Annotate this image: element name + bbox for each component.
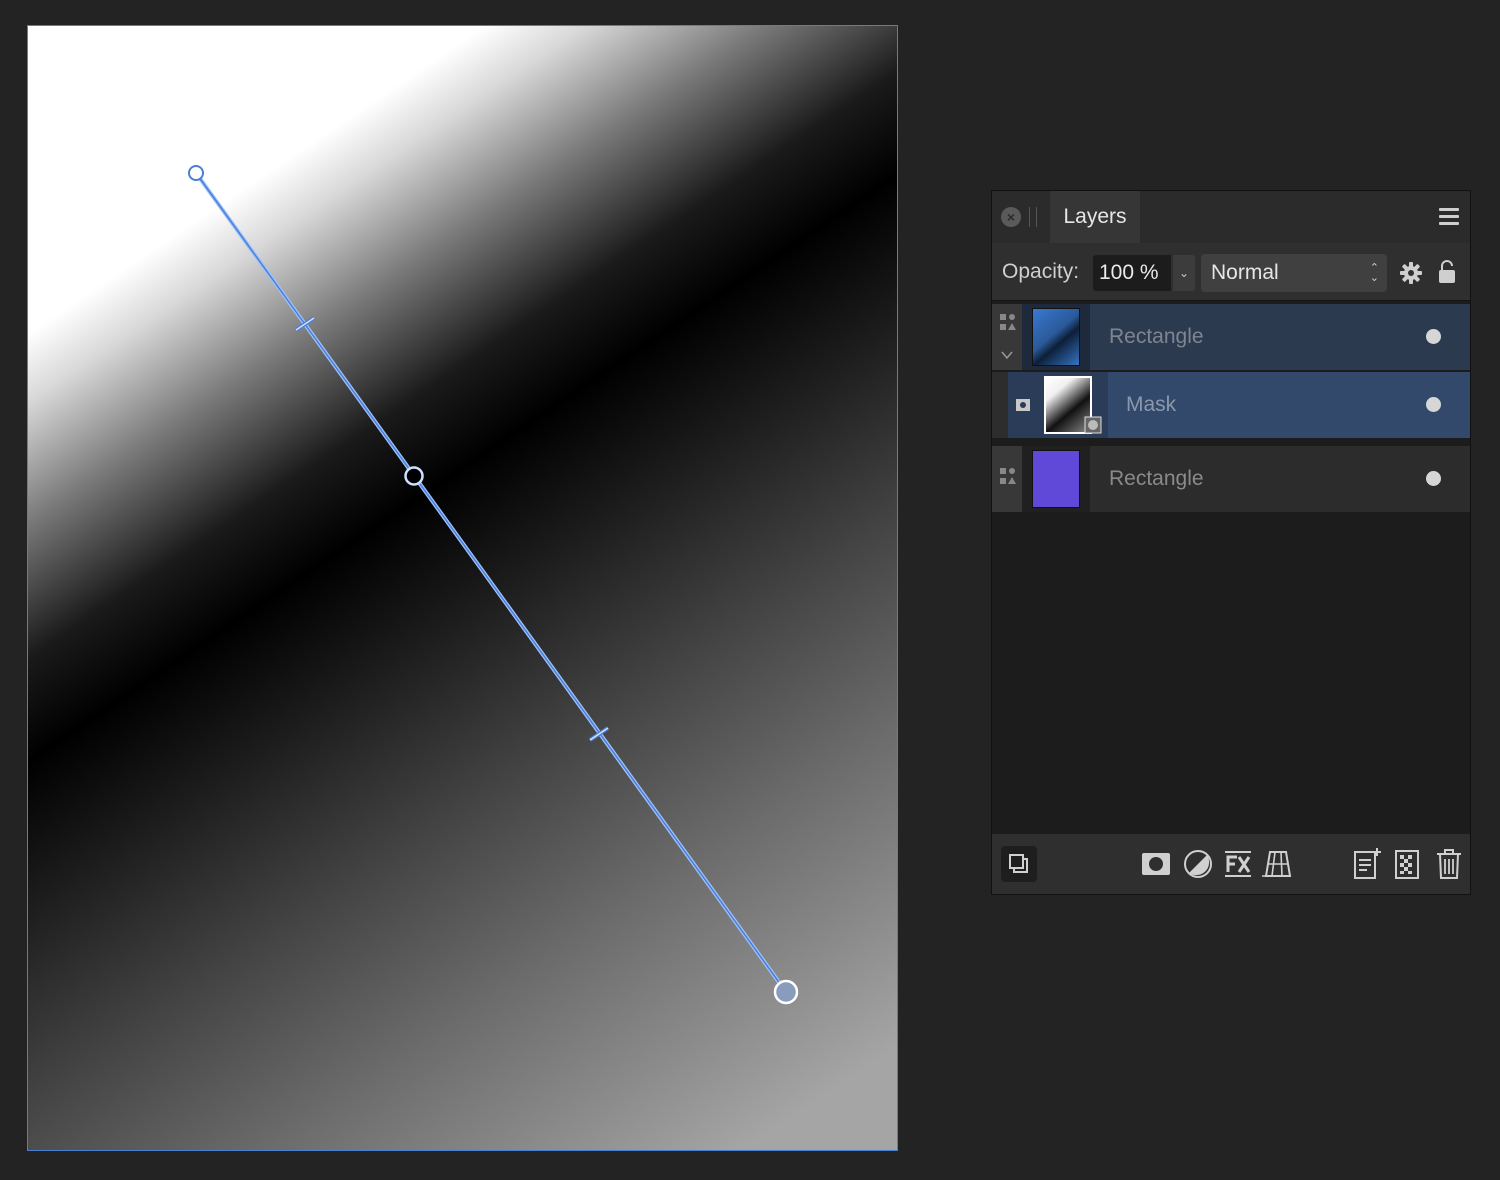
delete-layer-button[interactable]: [1431, 846, 1467, 882]
layer-row[interactable]: Rectangle: [992, 304, 1470, 370]
blend-mode-value: Normal: [1211, 261, 1279, 284]
add-pixel-layer-button[interactable]: [1349, 846, 1385, 882]
mask-layer-icon: [1016, 399, 1030, 411]
layer-type-gutter: [992, 446, 1022, 512]
opacity-input[interactable]: 100 %: [1093, 255, 1171, 291]
layer-row[interactable]: Rectangle: [992, 446, 1470, 512]
document-canvas[interactable]: [27, 25, 898, 1151]
layer-thumbnail[interactable]: [1032, 308, 1080, 366]
mask-gutter: [1008, 372, 1038, 438]
fx-icon: [1225, 851, 1251, 877]
layer-thumbnail[interactable]: [1032, 450, 1080, 508]
layer-indent: [992, 372, 1008, 438]
gradient-path-overlay[interactable]: [28, 26, 898, 1151]
layer-name[interactable]: Rectangle: [1109, 446, 1204, 512]
mask-layer-button[interactable]: [1138, 846, 1174, 882]
thumb-area: [1038, 372, 1108, 438]
lock-icon[interactable]: [1438, 259, 1456, 285]
opacity-bar: Opacity: 100 % ⌄ Normal ⌃ ⌄: [992, 243, 1470, 301]
add-pixel-layer-icon: [1354, 848, 1381, 879]
mask-badge-icon: [1084, 416, 1102, 434]
layer-name[interactable]: Mask: [1126, 372, 1176, 438]
opacity-label: Opacity:: [1002, 260, 1080, 283]
close-icon[interactable]: ×: [1001, 207, 1021, 227]
blend-mode-select[interactable]: Normal ⌃ ⌄: [1201, 254, 1387, 292]
layer-options-icon: [1009, 854, 1028, 873]
visibility-toggle[interactable]: [1426, 329, 1441, 344]
adjustment-icon: [1184, 850, 1212, 878]
add-group-icon: [1395, 850, 1419, 879]
live-filter-button[interactable]: [1258, 846, 1294, 882]
layer-row-selected[interactable]: Mask: [992, 372, 1470, 438]
layers-toolbar: [992, 834, 1470, 894]
gradient-end-stop[interactable]: [773, 979, 799, 1005]
adjustment-button[interactable]: [1180, 846, 1216, 882]
thumb-area: [1022, 304, 1090, 370]
layer-name[interactable]: Rectangle: [1109, 304, 1204, 370]
chevron-down-icon[interactable]: [992, 346, 1022, 366]
mask-layer-icon: [1142, 853, 1170, 875]
delete-icon: [1437, 849, 1461, 879]
chevron-down-icon[interactable]: ⌄: [1173, 255, 1195, 291]
layers-panel: × Layers Opacity: 100 % ⌄ Normal ⌃ ⌄ Rec…: [991, 190, 1471, 895]
gear-icon[interactable]: [1399, 261, 1423, 285]
fx-button[interactable]: [1220, 846, 1256, 882]
layer-options-button[interactable]: [1001, 846, 1037, 882]
add-group-button[interactable]: [1389, 846, 1425, 882]
shape-layer-icon: [1000, 468, 1016, 484]
live-filter-icon: [1262, 851, 1292, 877]
visibility-toggle[interactable]: [1426, 397, 1441, 412]
updown-arrows-icon: ⌃ ⌄: [1369, 262, 1379, 284]
gradient-middle-stop[interactable]: [404, 466, 424, 486]
panel-header: × Layers: [992, 191, 1470, 243]
menu-icon[interactable]: [1439, 208, 1459, 226]
grip-icon[interactable]: [1029, 207, 1037, 227]
visibility-toggle[interactable]: [1426, 471, 1441, 486]
gradient-midpoint-handle-1[interactable]: [294, 316, 316, 332]
tab-layers[interactable]: Layers: [1050, 191, 1140, 243]
thumb-area: [1022, 446, 1090, 512]
gradient-start-stop[interactable]: [188, 165, 204, 181]
